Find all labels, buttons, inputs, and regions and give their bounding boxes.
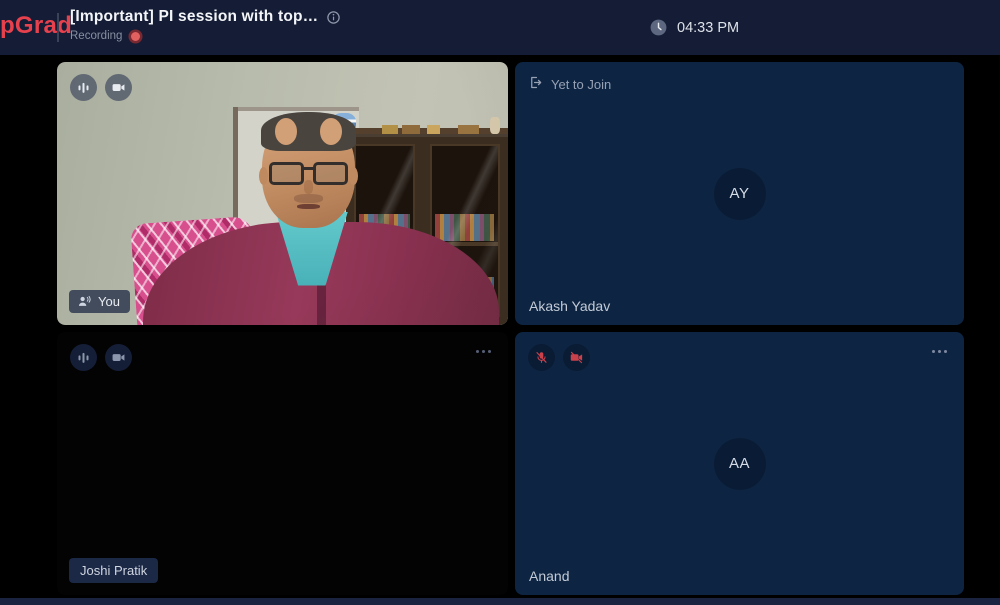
- scene-person-ear: [258, 166, 268, 185]
- video-tile-you[interactable]: You: [57, 62, 508, 325]
- avatar-akash-yadav: AY: [713, 167, 766, 220]
- camera-muted-icon: [563, 344, 590, 371]
- more-options-button[interactable]: [928, 346, 951, 357]
- video-grid: You Yet to Join AY Akash Yadav Joshi Pra…: [0, 55, 1000, 598]
- upgrad-logo: upGrad: [0, 12, 73, 39]
- scene-person-head: [258, 112, 359, 228]
- recording-label: Recording: [70, 30, 123, 42]
- scene-person-hairline: [275, 117, 298, 146]
- recording-dot-icon: [131, 31, 141, 41]
- avatar-initials: AY: [729, 185, 750, 202]
- scene-person-nose: [303, 180, 314, 194]
- scene-person-mustache: [293, 193, 324, 203]
- scene-glasses-lens: [268, 162, 304, 185]
- scene-glasses-lens: [313, 162, 349, 185]
- recording-indicator: Recording: [70, 30, 341, 42]
- session-title-row: [Important] PI session with top…: [70, 8, 341, 26]
- video-tile-akash-yadav[interactable]: Yet to Join AY Akash Yadav: [515, 62, 964, 325]
- scene-pink-plaid-chair: [129, 215, 260, 325]
- audio-level-icon: [70, 74, 97, 101]
- info-icon[interactable]: [326, 10, 341, 25]
- scene-wall-recess: [232, 106, 360, 286]
- self-name-badge: You: [69, 290, 130, 313]
- scene-bookshelf-glass-door: [353, 143, 416, 318]
- participant-name-badge: Joshi Pratik: [69, 558, 159, 583]
- self-status-icons: [70, 74, 132, 101]
- scene-person-jacket: [142, 222, 499, 325]
- scene-shelf-item: [489, 117, 500, 135]
- self-video-feed: [57, 62, 508, 325]
- scene-shelf-item: [381, 125, 398, 135]
- header-divider: [57, 13, 59, 42]
- session-title-block: [Important] PI session with top… Recordi…: [70, 8, 341, 42]
- scene-person-glasses: [268, 162, 349, 185]
- avatar-anand: AA: [713, 437, 766, 490]
- video-tile-anand[interactable]: AA Anand: [515, 332, 964, 595]
- top-bar: upGrad [Important] PI session with top… …: [0, 0, 1000, 55]
- yet-to-join-icon: [528, 75, 543, 93]
- scene-bookshelf-top: [341, 127, 508, 135]
- self-name-label: You: [98, 294, 120, 309]
- scene-person-ear: [349, 166, 359, 185]
- avatar-initials: AA: [728, 455, 750, 472]
- scene-bookshelf: [345, 134, 508, 325]
- session-title: [Important] PI session with top…: [70, 8, 319, 25]
- more-options-button[interactable]: [472, 346, 495, 357]
- participant-status-icons: [528, 344, 590, 371]
- participant-name: Joshi Pratik: [80, 563, 148, 578]
- scene-person-hair: [261, 112, 356, 151]
- participant-name: Akash Yadav: [529, 298, 611, 314]
- video-tile-joshi-pratik[interactable]: Joshi Pratik: [57, 332, 508, 595]
- scene-person-neck: [289, 198, 335, 228]
- video-call-app: upGrad [Important] PI session with top… …: [0, 0, 1000, 605]
- bottom-toolbar-edge: [0, 598, 1000, 605]
- clock-icon: [649, 18, 668, 37]
- scene-blue-jar: [332, 113, 356, 135]
- participant-name: Anand: [529, 568, 570, 584]
- camera-on-icon: [105, 74, 132, 101]
- scene-shelf-item: [458, 125, 479, 135]
- audio-level-icon: [70, 344, 97, 371]
- scene-shelf-item: [426, 125, 441, 135]
- time-text: 04:33 PM: [677, 19, 740, 36]
- session-time: 04:33 PM: [649, 0, 739, 55]
- camera-on-icon: [105, 344, 132, 371]
- participant-status-icons: [70, 344, 132, 371]
- scene-person-mouth: [297, 203, 320, 209]
- yet-to-join-label: Yet to Join: [551, 76, 612, 92]
- scene-bookshelf-glass-door: [430, 143, 500, 318]
- speaker-person-icon: [77, 294, 92, 309]
- mic-muted-icon: [528, 344, 555, 371]
- scene-person-hairline: [319, 117, 342, 146]
- scene-person-collar: [275, 211, 348, 286]
- scene-shelf-item: [402, 125, 421, 135]
- yet-to-join-status: Yet to Join: [528, 75, 611, 93]
